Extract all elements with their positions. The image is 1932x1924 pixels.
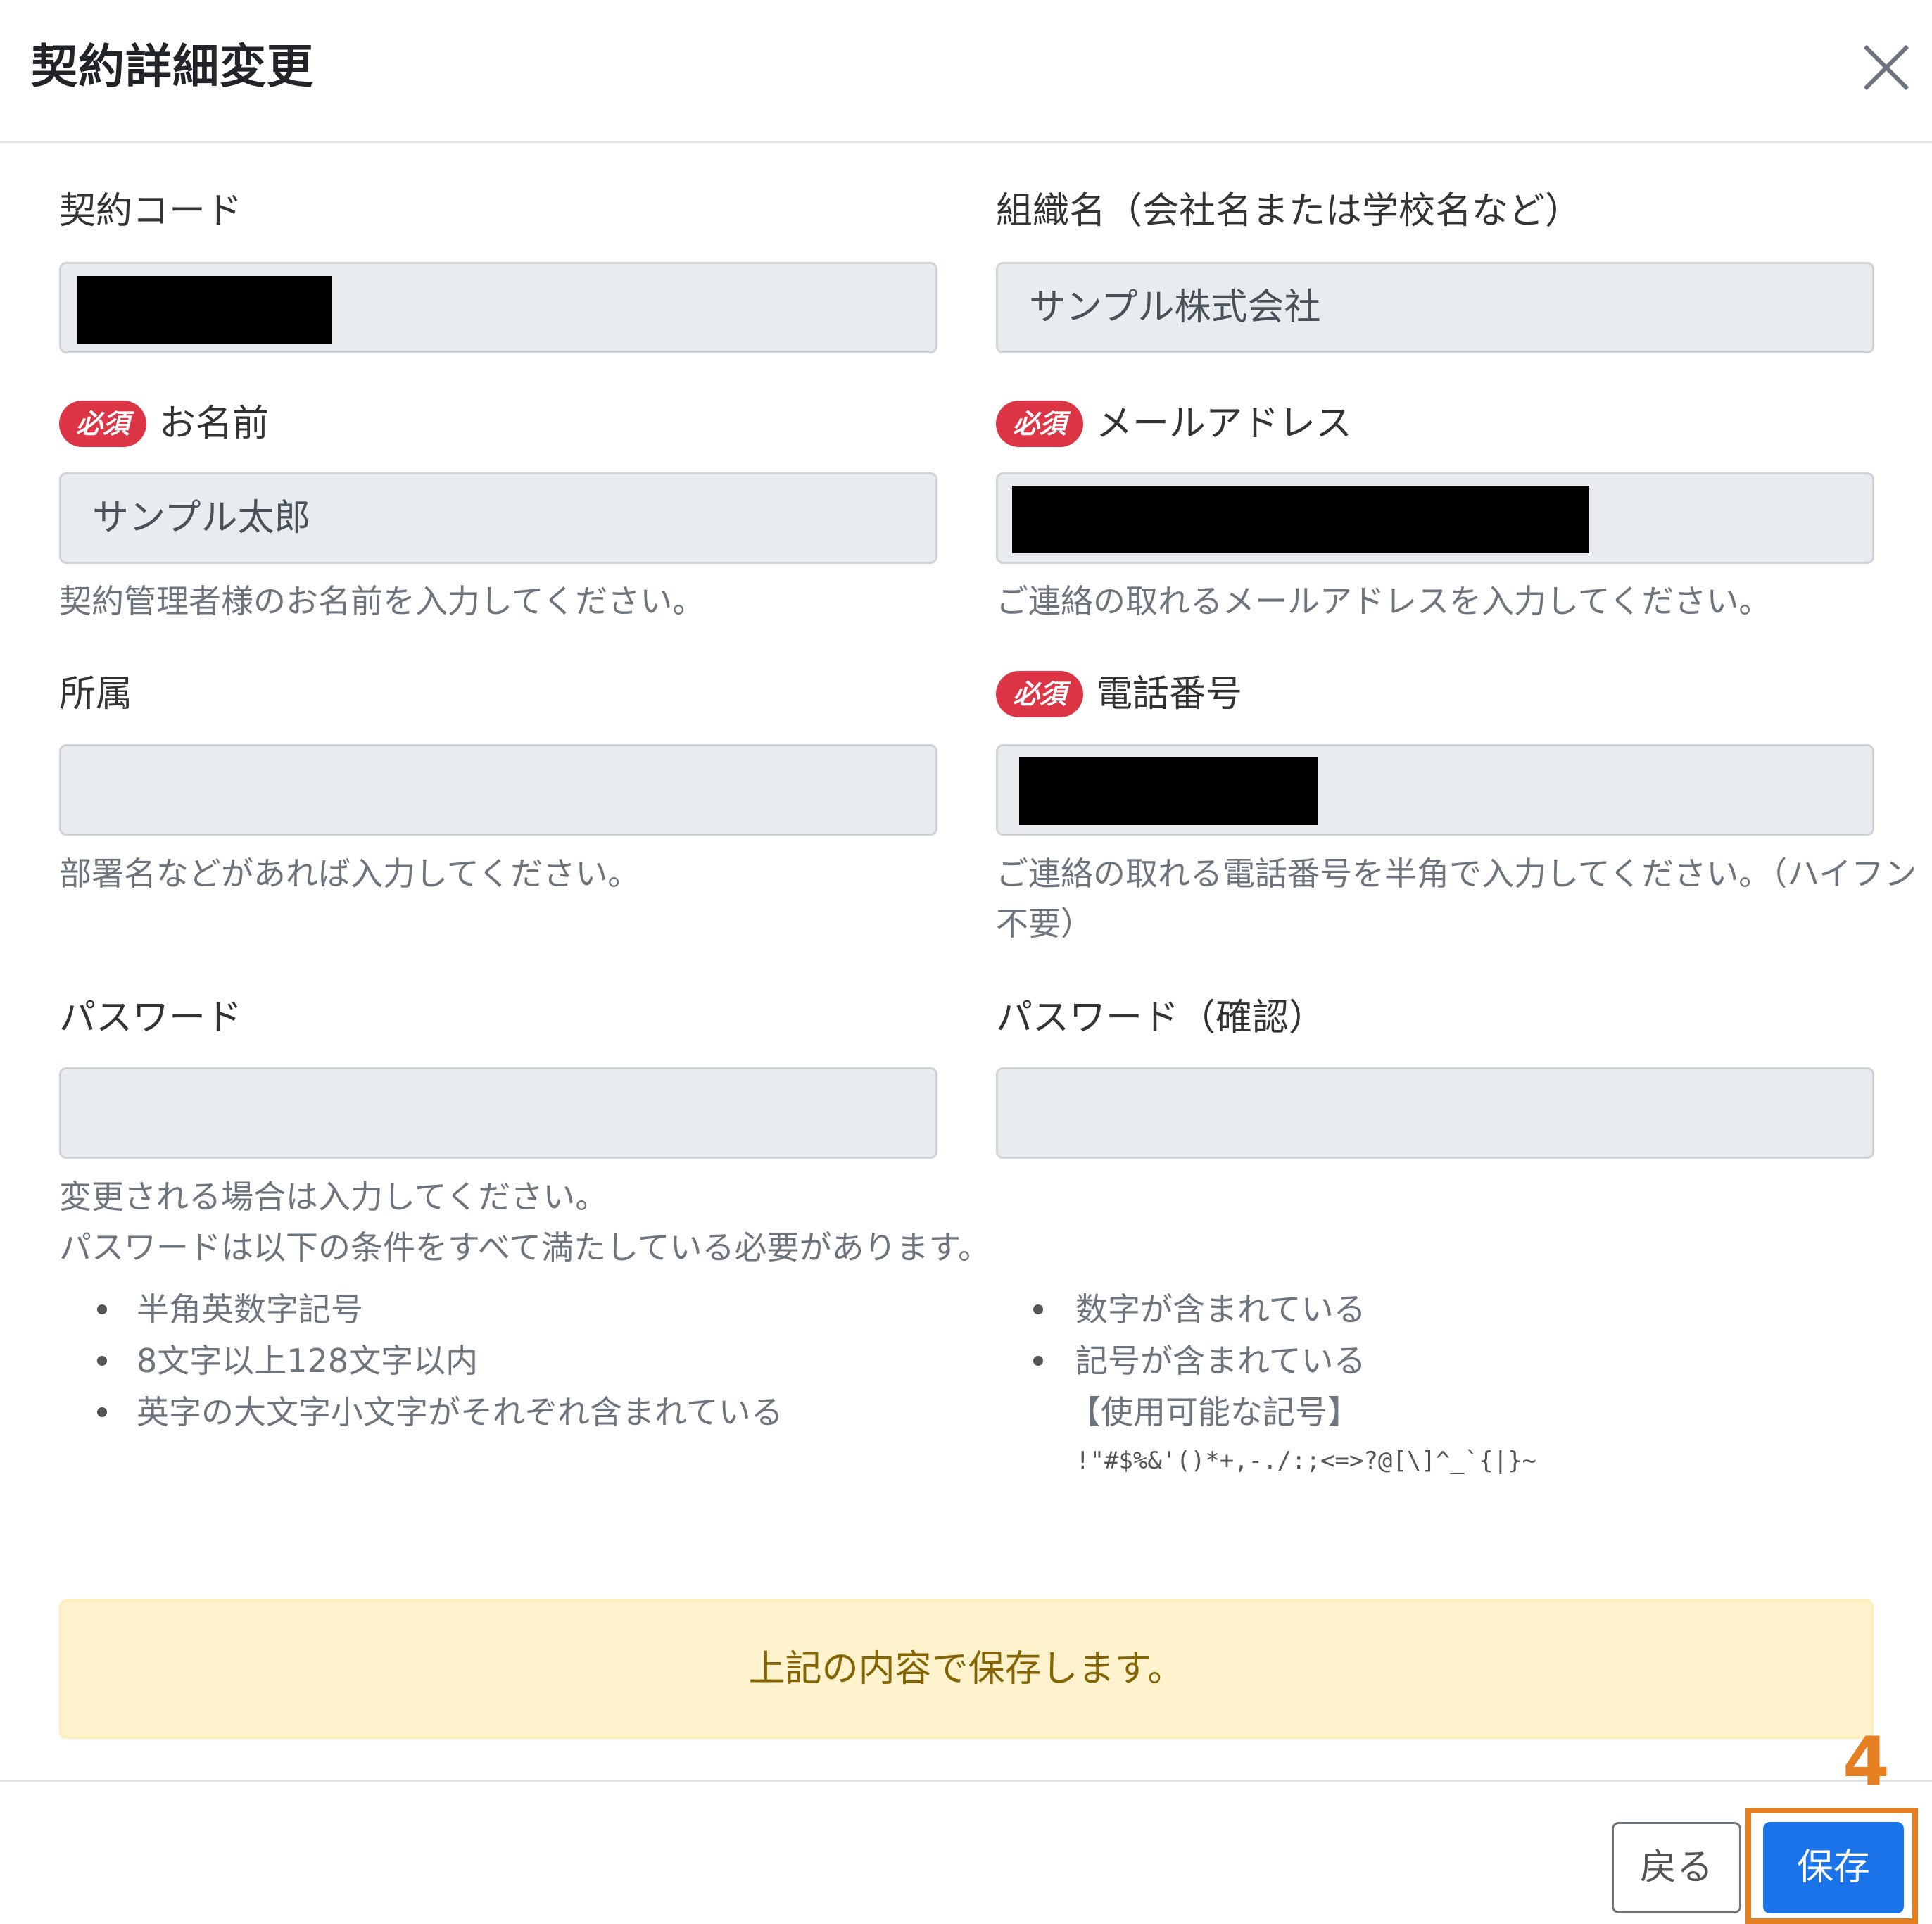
bullet (1033, 1304, 1043, 1314)
organization-field[interactable]: サンプル株式会社 (996, 262, 1874, 353)
name-field[interactable]: サンプル太郎 (59, 472, 937, 564)
password-confirm-label: パスワード（確認） (996, 997, 1326, 1039)
password-rules-right: 数字が含まれている 記号が含まれている (1075, 1284, 1366, 1387)
confirm-alert: 上記の内容で保存します。 (59, 1599, 1874, 1739)
phone-help-line2: 不要） (996, 905, 1093, 943)
redacted-contract-code (77, 276, 332, 344)
symbols-note: 【使用可能な記号】 (1068, 1393, 1360, 1431)
list-item: 記号が含まれている (1075, 1342, 1366, 1380)
bullet (97, 1304, 107, 1314)
list-item: 英字の大文字小文字がそれぞれ含まれている (137, 1393, 783, 1431)
organization-label: 組織名（会社名または学校名など） (996, 190, 1582, 232)
redacted-phone (1019, 757, 1318, 825)
bullet (97, 1356, 107, 1366)
list-item: 数字が含まれている (1075, 1290, 1366, 1328)
required-badge: 必須 (59, 401, 147, 447)
required-badge: 必須 (996, 671, 1084, 717)
list-item: 半角英数字記号 (137, 1290, 363, 1328)
password-rules-left: 半角英数字記号 8文字以上128文字以内 英字の大文字小文字がそれぞれ含まれてい… (137, 1284, 783, 1438)
list-item: 8文字以上128文字以内 (137, 1342, 479, 1380)
email-label: 必須 メールアドレス (996, 400, 1352, 448)
name-help: 契約管理者様のお名前を入力してください。 (59, 582, 705, 620)
modal-footer-divider (0, 1780, 1932, 1782)
password-label: パスワード (59, 997, 243, 1039)
close-icon[interactable] (1858, 39, 1914, 96)
password-field[interactable] (59, 1067, 937, 1159)
modal-title: 契約詳細変更 (31, 39, 314, 94)
email-help: ご連絡の取れるメールアドレスを入力してください。 (996, 582, 1772, 620)
required-badge: 必須 (996, 401, 1084, 447)
bullet (1033, 1356, 1043, 1366)
password-help-line1: 変更される場合は入力してください。 (59, 1178, 608, 1216)
phone-help-line1: ご連絡の取れる電話番号を半角で入力してください。（ハイフン (996, 855, 1917, 893)
contract-code-label: 契約コード (59, 190, 243, 232)
bullet (97, 1407, 107, 1417)
department-label: 所属 (59, 673, 133, 715)
password-confirm-field[interactable] (996, 1067, 1874, 1159)
highlight-box (1745, 1808, 1918, 1924)
symbols-list: !"#$%&'()*+,-./:;<=>?@[\]^_`{|}~ (1075, 1447, 1537, 1475)
department-field[interactable] (59, 744, 937, 836)
name-label: 必須 お名前 (59, 400, 269, 448)
modal-header: 契約詳細変更 (0, 0, 1932, 143)
password-help-line2: パスワードは以下の条件をすべて満たしている必要があります。 (59, 1228, 990, 1266)
department-help: 部署名などがあれば入力してください。 (59, 855, 640, 893)
redacted-email (1012, 486, 1589, 553)
phone-label: 必須 電話番号 (996, 670, 1242, 718)
back-button[interactable]: 戻る (1612, 1822, 1741, 1913)
step-number: 4 (1843, 1723, 1890, 1802)
